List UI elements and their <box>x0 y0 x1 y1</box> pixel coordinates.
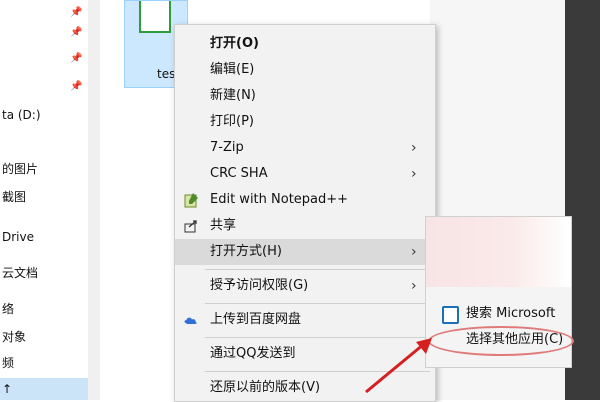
notepad-file-icon <box>139 1 171 33</box>
share-icon <box>184 220 197 233</box>
menu-item-notepad-plus[interactable]: Edit with Notepad++ <box>175 187 435 213</box>
nav-scrollbar[interactable] <box>88 0 100 400</box>
chevron-right-icon: › <box>411 140 417 156</box>
pin-icon: 📌 <box>70 27 83 38</box>
menu-item-crc-sha[interactable]: CRC SHA › <box>175 161 435 187</box>
notepad-plus-icon <box>184 193 198 208</box>
pin-icon: 📌 <box>70 53 83 64</box>
microsoft-store-icon <box>442 306 459 324</box>
menu-separator <box>205 269 430 270</box>
menu-separator <box>205 303 430 304</box>
nav-item-selected[interactable]: ↑ <box>0 378 88 400</box>
menu-item-7zip[interactable]: 7-Zip › <box>175 135 435 161</box>
menu-item-open[interactable]: 打开(O) <box>175 31 435 57</box>
nav-item-screenshots[interactable]: 截图 <box>0 186 88 208</box>
nav-item-network[interactable]: 络 <box>0 298 88 320</box>
red-arrow-annotation <box>365 338 432 394</box>
baidu-cloud-icon <box>184 317 197 324</box>
menu-item-open-with[interactable]: 打开方式(H) › <box>175 239 435 265</box>
nav-item-pictures[interactable]: 的图片 <box>0 158 88 180</box>
chevron-right-icon: › <box>411 278 417 294</box>
blurred-area <box>426 217 571 287</box>
nav-item-objects[interactable]: 对象 <box>0 326 88 348</box>
menu-item-share[interactable]: 共享 <box>175 213 435 239</box>
chevron-right-icon: › <box>411 244 417 260</box>
file-name: tes <box>157 67 176 81</box>
submenu-item-search-store[interactable]: 搜索 Microsoft <box>426 301 571 327</box>
nav-item-drive-d[interactable]: ta (D:) <box>0 104 88 126</box>
menu-item-new[interactable]: 新建(N) <box>175 83 435 109</box>
pin-icon: 📌 <box>70 7 83 18</box>
menu-item-print[interactable]: 打印(P) <box>175 109 435 135</box>
nav-item[interactable]: 📌 <box>0 2 88 24</box>
nav-item[interactable]: 📌 <box>0 48 88 70</box>
nav-item-videos[interactable]: 频 <box>0 352 88 374</box>
nav-item-cloud-docs[interactable]: 云文档 <box>0 262 88 284</box>
nav-item[interactable]: 📌 <box>0 22 88 44</box>
chevron-right-icon: › <box>411 166 417 182</box>
navigation-pane: 📌 📌 📌 📌 ta (D:) 的图片 截图 Drive 云文档 络 对象 频 … <box>0 0 100 400</box>
menu-item-grant-access[interactable]: 授予访问权限(G) › <box>175 273 435 299</box>
menu-item-edit[interactable]: 编辑(E) <box>175 57 435 83</box>
pin-icon: 📌 <box>70 81 83 92</box>
highlight-annotation <box>428 326 574 356</box>
nav-item-onedrive[interactable]: Drive <box>0 226 88 248</box>
nav-item[interactable]: 📌 <box>0 76 88 98</box>
